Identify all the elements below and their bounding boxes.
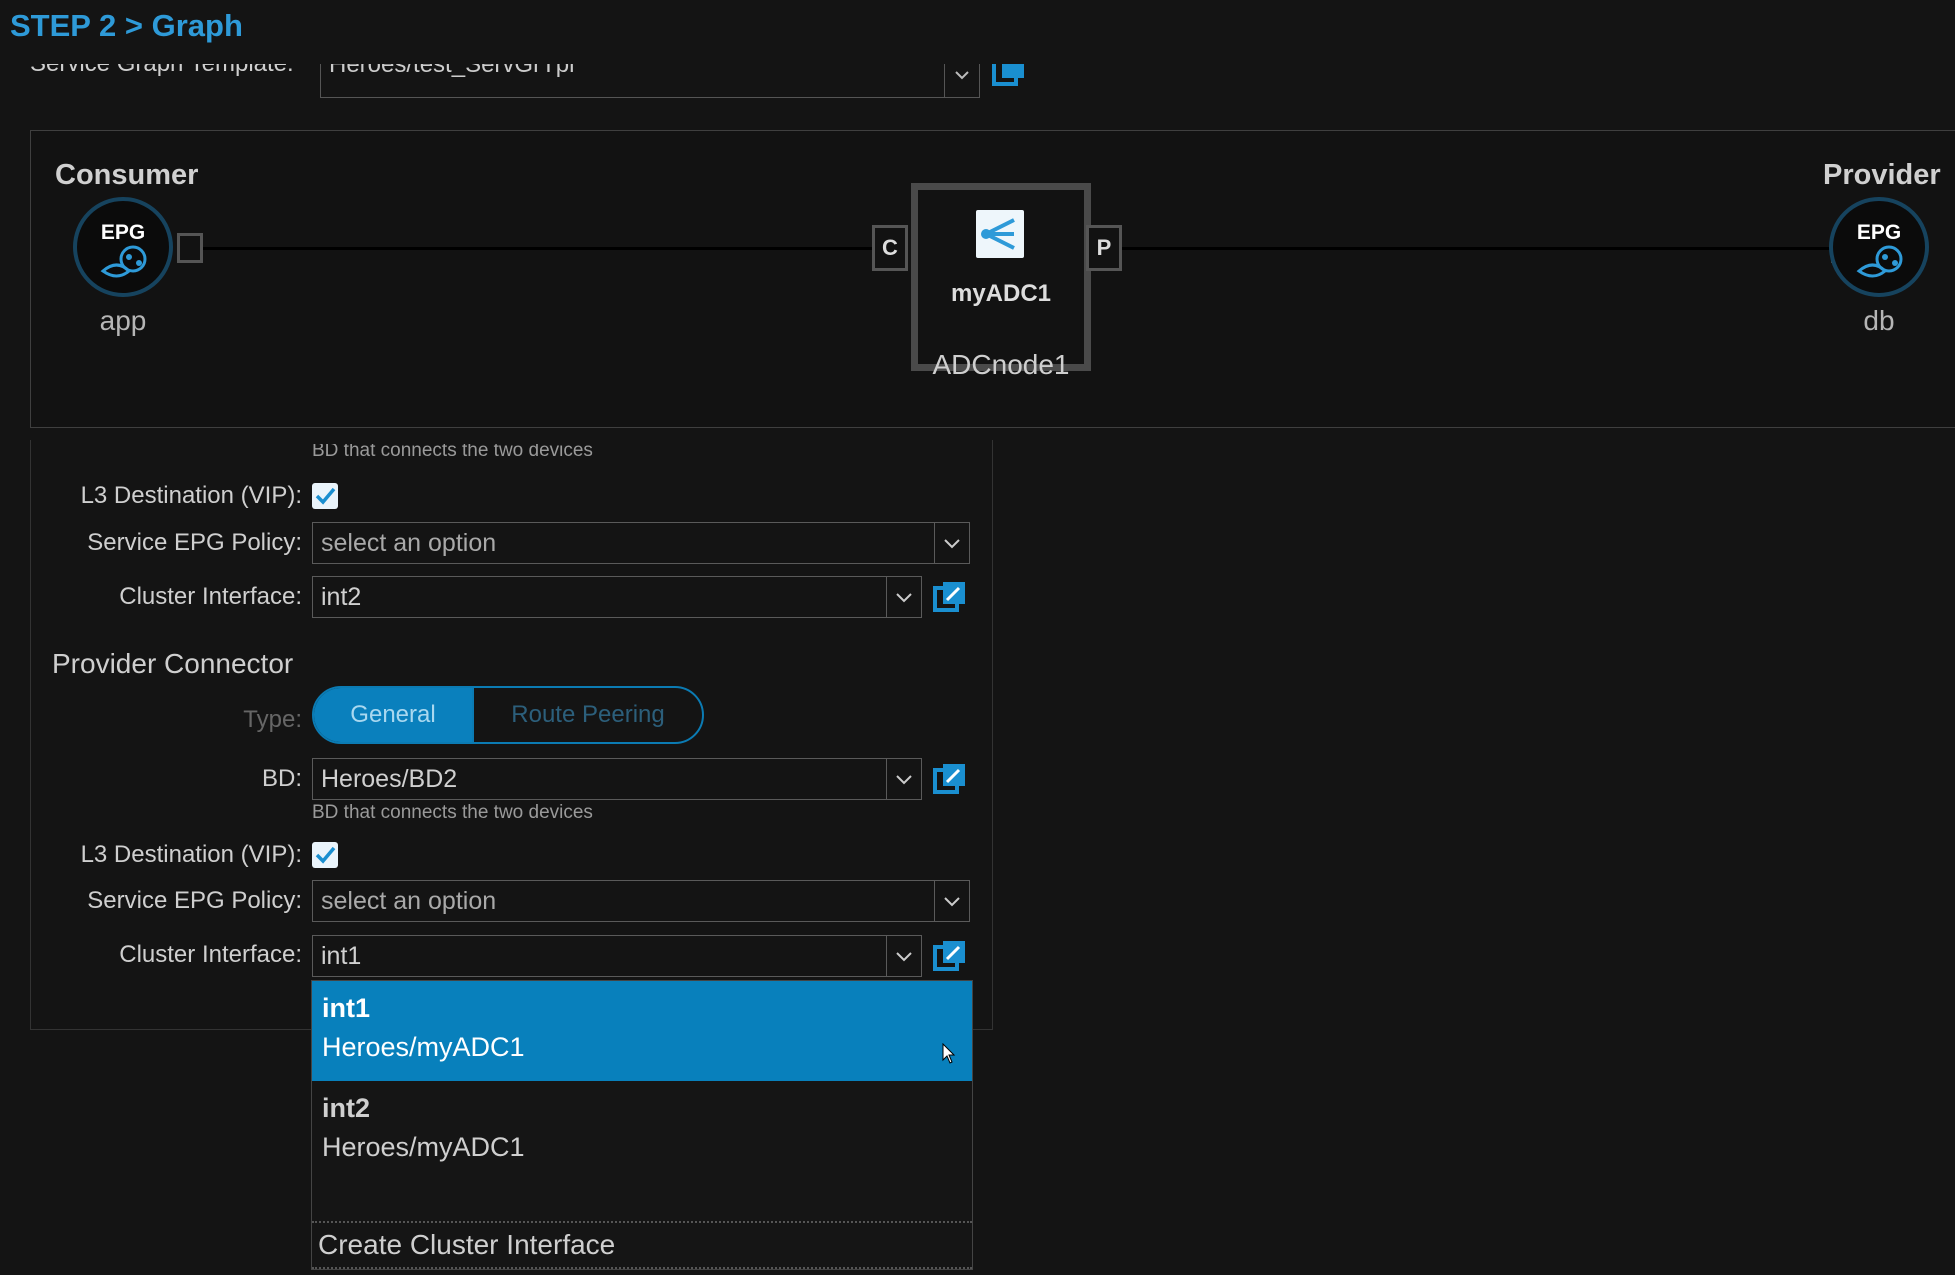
type-general-button[interactable]: General (314, 688, 472, 742)
provider-epg-badge: EPG (1856, 221, 1902, 244)
provider-title: Provider (1823, 159, 1941, 191)
step-title: STEP 2 > Graph (10, 8, 243, 43)
provider-connector-title: Provider Connector (52, 648, 294, 679)
chevron-down-icon (886, 936, 921, 976)
checkmark-icon (315, 846, 336, 864)
open-link-icon[interactable] (992, 64, 1026, 94)
template-select[interactable]: Heroes/test_ServGrTpl (320, 64, 980, 98)
open-link-icon[interactable] (933, 939, 967, 973)
provider-bd-value: Heroes/BD2 (321, 765, 458, 793)
provider-l3-label: L3 Destination (VIP): (80, 841, 302, 868)
provider-l3-checkbox[interactable] (312, 842, 338, 868)
consumer-cluster-select[interactable]: int2 (312, 576, 922, 618)
option-name: int2 (322, 1093, 371, 1123)
dropdown-option-int1[interactable]: int1 Heroes/myADC1 (312, 981, 972, 1081)
adc-device-name: myADC1 (950, 280, 1052, 307)
checkmark-icon (315, 487, 336, 505)
chevron-down-icon (934, 881, 969, 921)
consumer-epg-policy-select[interactable]: select an option (312, 522, 970, 564)
consumer-epg-policy-label: Service EPG Policy: (87, 529, 302, 556)
graph-canvas: Consumer EPG app C myADC1 P ADCnode1 Pro… (30, 130, 1955, 428)
template-label: Service Graph Template: (30, 64, 294, 90)
chevron-down-icon (944, 64, 979, 97)
provider-epg-policy-placeholder: select an option (321, 887, 497, 915)
provider-type-toggle: General Route Peering (312, 686, 704, 744)
option-device: Heroes/myADC1 (322, 1132, 525, 1162)
cluster-interface-dropdown: int1 Heroes/myADC1 int2 Heroes/myADC1 Cr… (311, 980, 973, 1270)
template-value: Heroes/test_ServGrTpl (329, 64, 575, 78)
consumer-connector-port[interactable]: C (872, 225, 908, 271)
consumer-title: Consumer (55, 159, 199, 191)
consumer-epg-badge: EPG (100, 221, 146, 244)
consumer-l3-checkbox[interactable] (312, 483, 338, 509)
epg-icon (100, 245, 147, 278)
mouse-cursor-icon (942, 1043, 956, 1064)
node-name: ADCnode1 (932, 349, 1070, 380)
epg-icon (1856, 245, 1903, 278)
consumer-cluster-value: int2 (321, 583, 362, 611)
provider-connector-port[interactable]: P (1086, 225, 1122, 271)
provider-cluster-select[interactable]: int1 (312, 935, 922, 977)
consumer-epg-name: app (99, 305, 147, 336)
provider-epg-policy-select[interactable]: select an option (312, 880, 970, 922)
provider-cluster-label: Cluster Interface: (119, 941, 302, 968)
provider-epg-node[interactable]: EPG (1829, 197, 1929, 297)
type-route-peering-button[interactable]: Route Peering (472, 688, 702, 742)
chevron-down-icon (886, 759, 921, 799)
consumer-bd-hint: BD that connects the two devices (312, 444, 593, 461)
provider-cluster-value: int1 (321, 942, 362, 970)
provider-connection-line (1122, 247, 1831, 250)
open-link-icon[interactable] (933, 580, 967, 614)
open-link-icon[interactable] (933, 762, 967, 796)
provider-epg-name: db (1863, 305, 1895, 336)
option-device: Heroes/myADC1 (322, 1032, 525, 1062)
consumer-connection-line (203, 247, 903, 250)
chevron-down-icon (886, 577, 921, 617)
provider-epg-policy-label: Service EPG Policy: (87, 887, 302, 914)
consumer-epg-node[interactable]: EPG (73, 197, 173, 297)
provider-bd-hint: BD that connects the two devices (312, 802, 593, 823)
provider-bd-label: BD: (261, 765, 302, 792)
chevron-down-icon (934, 523, 969, 563)
load-balancer-icon (976, 210, 1024, 258)
consumer-cluster-label: Cluster Interface: (119, 583, 302, 610)
option-name: int1 (322, 993, 371, 1023)
provider-bd-select[interactable]: Heroes/BD2 (312, 758, 922, 800)
dropdown-option-int2[interactable]: int2 Heroes/myADC1 (312, 1081, 972, 1181)
consumer-l3-label: L3 Destination (VIP): (80, 482, 302, 509)
adc-device-node[interactable]: myADC1 (911, 183, 1091, 371)
provider-type-label: Type: (243, 706, 302, 733)
consumer-port[interactable] (177, 233, 203, 263)
create-cluster-interface-button[interactable]: Create Cluster Interface (312, 1221, 972, 1269)
consumer-epg-policy-placeholder: select an option (321, 529, 497, 557)
